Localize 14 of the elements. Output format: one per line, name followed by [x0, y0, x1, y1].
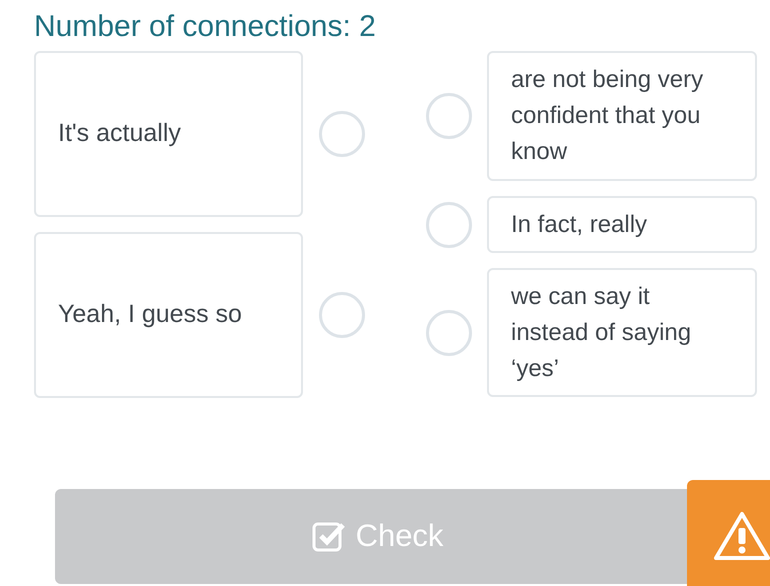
- warning-tab[interactable]: [687, 480, 770, 586]
- radio-button[interactable]: [319, 292, 365, 338]
- radio-button[interactable]: [426, 310, 472, 356]
- radio-button[interactable]: [426, 202, 472, 248]
- answer-card[interactable]: we can say it instead of saying ‘yes’: [487, 268, 757, 397]
- radio-button[interactable]: [319, 111, 365, 157]
- answer-card[interactable]: are not being very confident that you know: [487, 51, 757, 181]
- answer-card[interactable]: It's actually: [34, 51, 303, 217]
- heading: Number of connections: 2: [34, 9, 376, 45]
- answer-card[interactable]: Yeah, I guess so: [34, 232, 303, 398]
- checkbox-icon: [312, 522, 346, 552]
- radio-button[interactable]: [426, 93, 472, 139]
- warning-icon: [714, 510, 770, 562]
- answer-card[interactable]: In fact, really: [487, 196, 757, 253]
